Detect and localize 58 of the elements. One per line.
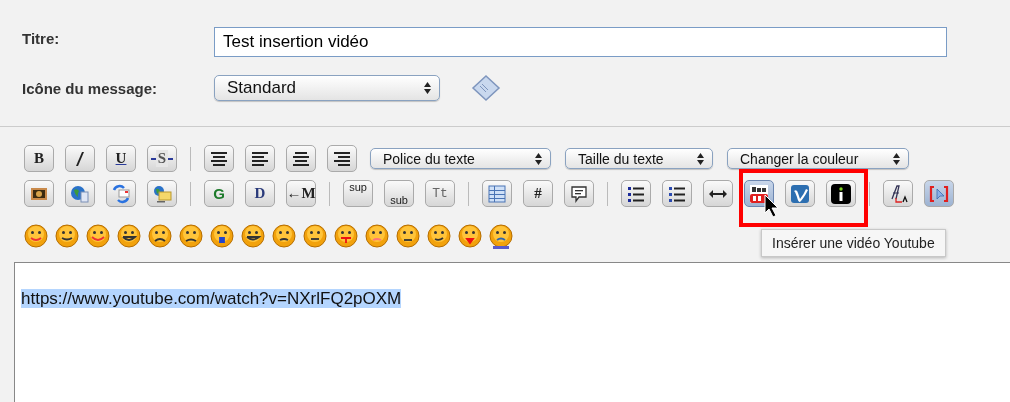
email-icon: [111, 183, 131, 204]
smiley-icon[interactable]: [117, 224, 141, 250]
smiley-icon[interactable]: [55, 224, 79, 250]
superscript-button[interactable]: sup: [343, 180, 373, 207]
icon-dropdown[interactable]: Standard: [214, 75, 440, 101]
smiley-icon[interactable]: [179, 224, 203, 250]
toolbar-button[interactable]: [883, 180, 913, 207]
video-icon: [749, 183, 769, 204]
updown-arrow-icon: [893, 152, 900, 165]
smiley-icon[interactable]: [303, 224, 327, 250]
network-icon: [152, 183, 172, 204]
smiley-icon[interactable]: [427, 224, 451, 250]
title-field[interactable]: Test insertion vidéo: [214, 27, 947, 57]
toolbar-button[interactable]: G: [204, 180, 234, 207]
toolbar-button[interactable]: [24, 180, 54, 207]
vimeo-icon: [790, 183, 810, 204]
field-label: Titre:: [22, 30, 61, 47]
text-transform-icon: [888, 183, 908, 204]
toolbar-button[interactable]: [826, 180, 856, 207]
toolbar-button[interactable]: [662, 180, 692, 207]
field-label: Icône du message:: [22, 79, 159, 97]
toolbar-button[interactable]: [204, 145, 234, 172]
toolbar-button[interactable]: [564, 180, 594, 207]
smiley-icon[interactable]: [241, 224, 265, 250]
bold-button[interactable]: ←M: [286, 180, 316, 207]
speech-bubble-icon: [569, 183, 589, 204]
tooltip: Insérer une vidéo Youtube: [761, 229, 946, 257]
url-text: https://www.youtube.com/watch?v=NXrlFQ2pOXM: [21, 289, 402, 308]
toolbar-button[interactable]: [621, 180, 651, 207]
smiley-icon[interactable]: [210, 224, 234, 250]
smiley-icon[interactable]: [396, 224, 420, 250]
select-cursor-icon: [929, 183, 949, 204]
dropdown[interactable]: Taille du texte: [565, 148, 713, 169]
info-icon: [831, 183, 851, 204]
updown-arrow-icon: [424, 82, 431, 94]
updown-arrow-icon: [697, 152, 704, 165]
updown-arrow-icon: [535, 152, 542, 165]
strikethrough-button[interactable]: S: [147, 145, 177, 172]
editor-area[interactable]: https://www.youtube.com/watch?v=NXrlFQ2pOXM: [14, 262, 1010, 402]
toolbar-button[interactable]: [65, 145, 95, 172]
smiley-icon[interactable]: [148, 224, 172, 250]
toolbar-button[interactable]: Tt: [425, 180, 455, 207]
underline-button[interactable]: U: [106, 145, 136, 172]
table-icon: [487, 183, 507, 204]
toolbar-button[interactable]: [703, 180, 733, 207]
dropdown[interactable]: Changer la couleur: [727, 148, 909, 169]
bold-button[interactable]: #: [523, 180, 553, 207]
smiley-icon[interactable]: [489, 224, 513, 250]
subscript-button[interactable]: sub: [384, 180, 414, 207]
bold-button[interactable]: B: [24, 145, 54, 172]
toolbar-button[interactable]: D: [245, 180, 275, 207]
toolbar-button[interactable]: [245, 145, 275, 172]
smiley-icon[interactable]: [272, 224, 296, 250]
message-icon: [471, 74, 501, 102]
dropdown[interactable]: Police du texte: [370, 148, 551, 169]
toolbar-button[interactable]: [286, 145, 316, 172]
globe-icon: [70, 183, 90, 204]
toolbar-button[interactable]: [327, 145, 357, 172]
